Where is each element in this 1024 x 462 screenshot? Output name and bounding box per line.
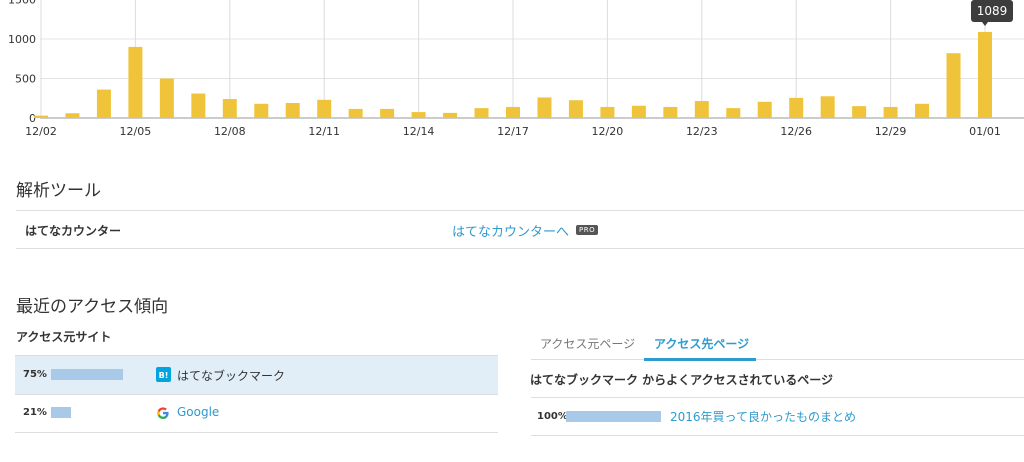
google-icon: [156, 405, 171, 420]
chart-bar: [631, 105, 646, 118]
chart-bar: [663, 106, 678, 118]
chart-bar: [443, 112, 458, 118]
x-tick-label: 12/26: [780, 125, 812, 138]
source-site-name: はてなブックマーク: [177, 369, 286, 383]
source-sites-title: アクセス元サイト: [16, 330, 112, 344]
x-axis-labels: 12/02 12/05 12/08 12/11 12/14 12/17 12/20 12/23…: [25, 125, 1001, 138]
share-percent: 100%: [537, 411, 568, 422]
chart-bar: [694, 101, 709, 118]
tab-source-pages[interactable]: アクセス元ページ: [540, 335, 635, 352]
recent-access-title: 最近のアクセス傾向: [16, 297, 169, 317]
x-tick-label: 12/05: [120, 125, 152, 138]
pro-badge: PRO: [576, 225, 599, 235]
chart-bar: [411, 112, 426, 118]
hatena-bookmark-icon: B!: [156, 367, 171, 382]
source-site-name[interactable]: Google: [177, 405, 219, 419]
chart-bar: [34, 115, 48, 118]
chart-bar: [568, 100, 583, 118]
tab-destination-pages[interactable]: アクセス先ページ: [654, 335, 749, 352]
chart-grid: [40, 0, 1024, 119]
x-tick-label: 01/01: [969, 125, 1001, 138]
chart-bar: [474, 108, 489, 118]
tooltip-arrow: [982, 22, 988, 26]
chart-bar: [96, 89, 111, 118]
destination-pages-title: はてなブックマーク からよくアクセスされているページ: [530, 373, 833, 387]
chart-bar: [159, 78, 174, 118]
analysis-tools-row: はてなカウンター はてなカウンターへ PRO: [16, 210, 1024, 249]
tooltip-value: 1089: [977, 4, 1008, 18]
x-tick-label: 12/08: [214, 125, 246, 138]
x-tick-label: 12/11: [308, 125, 340, 138]
x-tick-label: 12/23: [686, 125, 718, 138]
svg-text:B!: B!: [159, 371, 169, 380]
y-tick-label: 1500: [8, 0, 36, 7]
chart-bar: [317, 99, 332, 118]
y-tick-label: 0: [29, 112, 36, 125]
destination-page-link[interactable]: 2016年買って良かったものまとめ: [670, 408, 856, 425]
chart-bar: [506, 106, 520, 118]
chart-bar: [222, 99, 237, 118]
source-row-hatena[interactable]: 75% B! はてなブックマーク: [15, 355, 498, 395]
chart-bar: [128, 46, 143, 118]
chart-bar: [726, 108, 741, 118]
chart-bar: [820, 96, 835, 118]
chart-bar: [915, 103, 930, 118]
y-axis-labels: 0 500 1000 1500: [8, 0, 36, 125]
chart-bar: [348, 108, 363, 118]
chart-bar: [946, 53, 961, 118]
y-tick-label: 500: [15, 73, 36, 86]
analysis-tools-title: 解析ツール: [16, 181, 101, 201]
hatena-counter-link[interactable]: はてなカウンターへ: [452, 221, 569, 240]
chart-bar: [191, 93, 206, 118]
y-tick-label: 1000: [8, 33, 36, 46]
destination-row: 100% 2016年買って良かったものまとめ: [531, 397, 1024, 436]
daily-access-chart: 050010001500 12/02 12/05 12/08 12/11 12/14 12…: [8, 0, 1024, 138]
chart-bar: [978, 31, 992, 118]
chart-bar: [883, 106, 898, 118]
chart-bar: [789, 97, 804, 118]
x-tick-label: 12/14: [403, 125, 435, 138]
share-percent: 75%: [23, 369, 47, 380]
chart-bar: [65, 113, 80, 118]
tool-name: はてなカウンター: [25, 224, 122, 238]
share-bar: [51, 369, 123, 380]
x-tick-label: 12/17: [497, 125, 529, 138]
chart-bar: [757, 101, 772, 118]
active-tab-indicator: [644, 358, 756, 361]
access-page-tabs: アクセス元ページ アクセス先ページ: [531, 326, 1024, 361]
share-bar: [51, 407, 71, 418]
chart-bar: [285, 102, 300, 118]
chart-bar: [537, 97, 552, 118]
chart-bar: [254, 103, 269, 118]
x-tick-label: 12/20: [592, 125, 624, 138]
value-tooltip: 1089: [971, 0, 1013, 26]
source-row-google[interactable]: 21% Google: [15, 394, 498, 433]
chart-bar: [380, 108, 395, 118]
x-tick-label: 12/02: [25, 125, 57, 138]
chart-bar: [600, 106, 615, 118]
share-percent: 21%: [23, 407, 47, 418]
x-tick-label: 12/29: [875, 125, 907, 138]
share-bar: [566, 411, 661, 422]
chart-bar: [852, 106, 867, 118]
